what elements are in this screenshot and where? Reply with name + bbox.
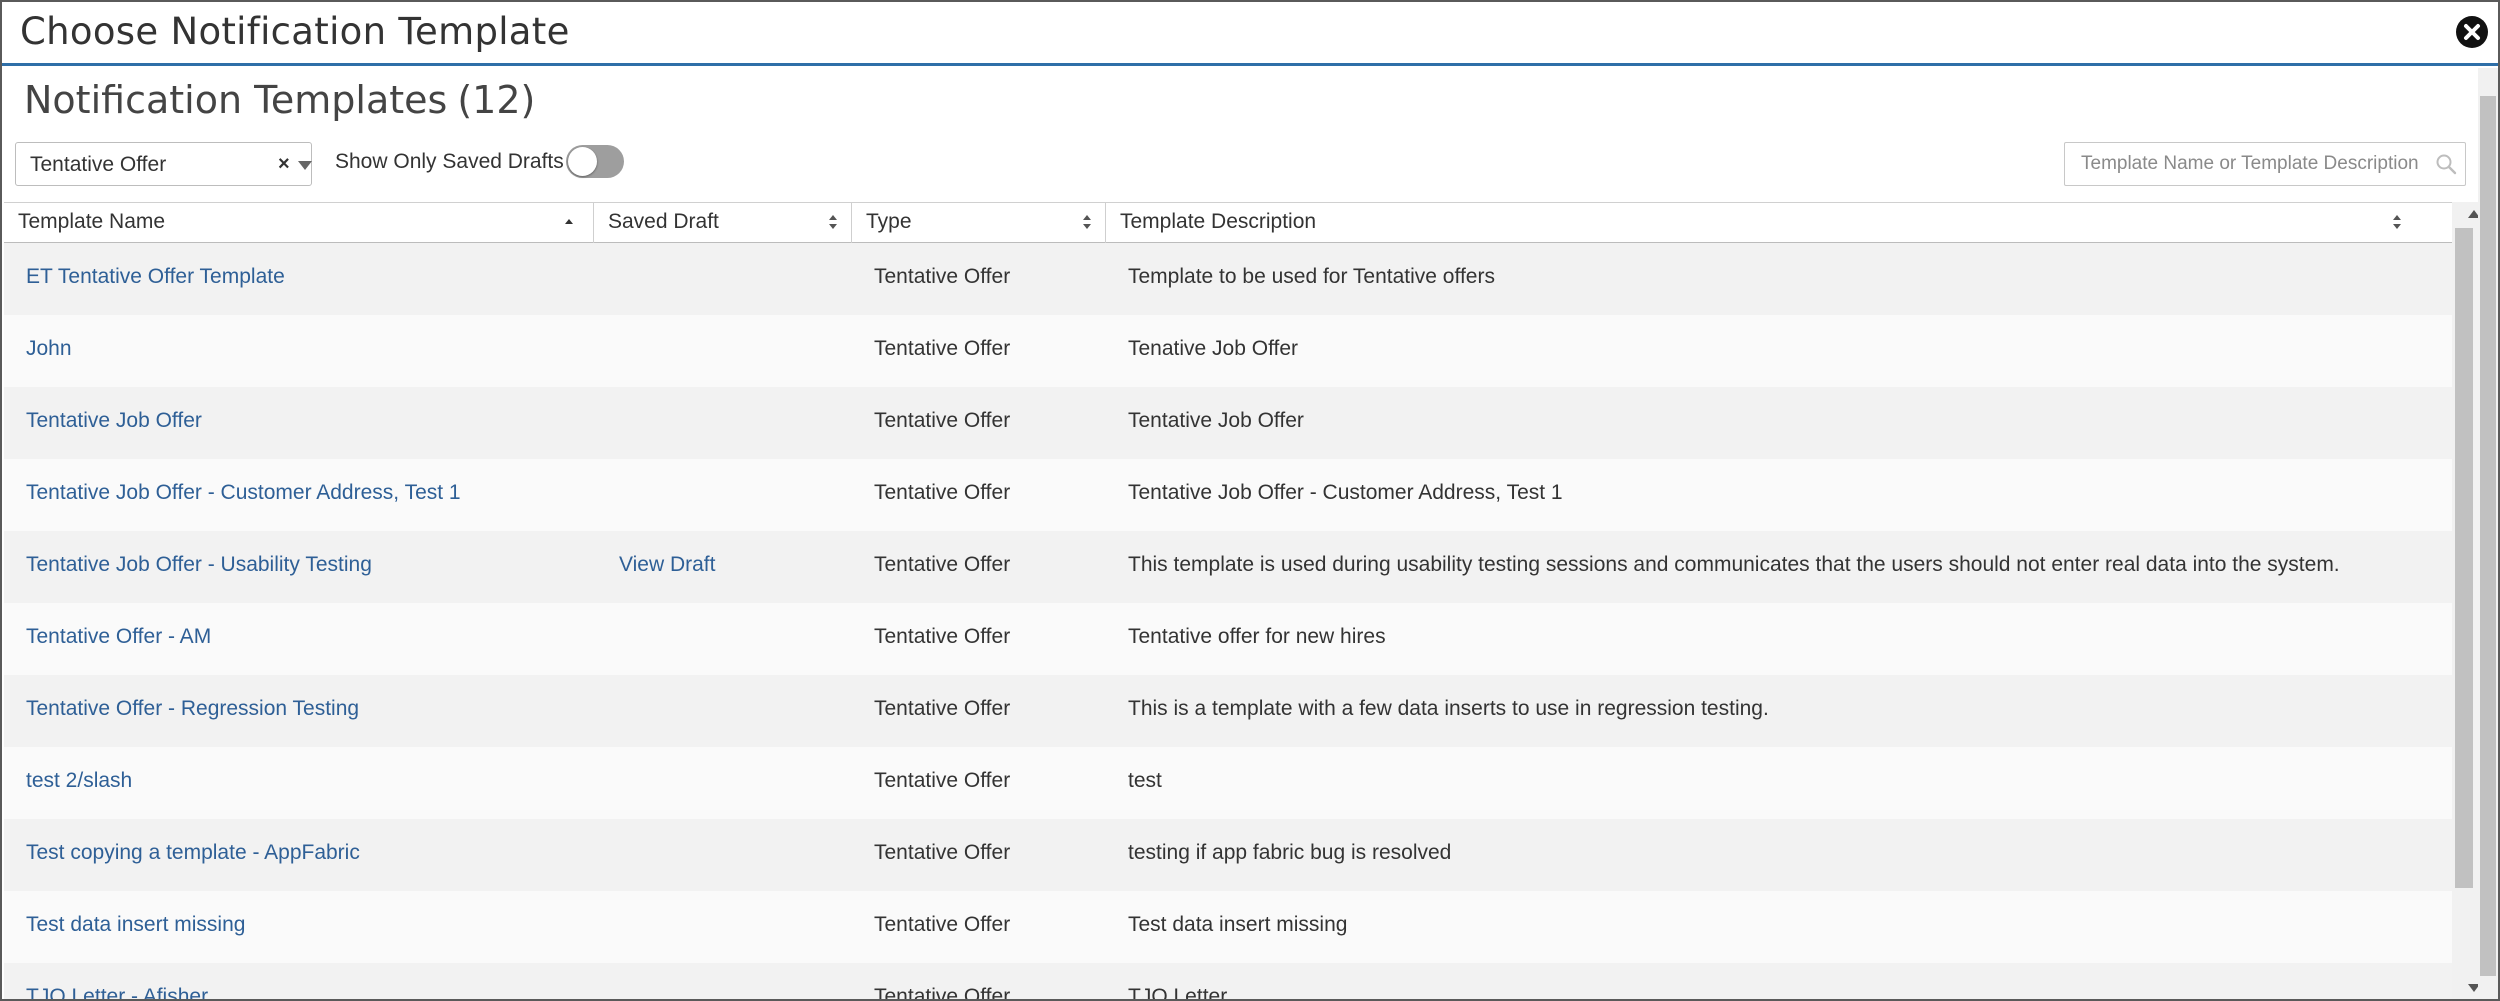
template-name-link[interactable]: Tentative Offer - Regression Testing bbox=[26, 697, 359, 721]
table-row[interactable]: Tentative Job Offer Tentative Offer Tent… bbox=[4, 387, 2452, 459]
scrollbar-thumb[interactable] bbox=[2455, 228, 2473, 888]
search-icon[interactable] bbox=[2435, 153, 2457, 175]
sort-icon bbox=[1083, 215, 1091, 229]
type-filter-value: Tentative Offer bbox=[30, 153, 167, 176]
template-name-link[interactable]: ET Tentative Offer Template bbox=[26, 265, 285, 289]
template-description: This is a template with a few data inser… bbox=[1128, 697, 1769, 720]
dialog-title: Choose Notification Template bbox=[20, 10, 570, 53]
template-name-link[interactable]: TJO Letter - Afisher bbox=[26, 985, 208, 999]
table-row[interactable]: Test copying a template - AppFabric Tent… bbox=[4, 819, 2452, 891]
notification-template-dialog: Choose Notification Template Notificatio… bbox=[0, 0, 2500, 1001]
table-row[interactable]: ET Tentative Offer Template Tentative Of… bbox=[4, 243, 2452, 315]
template-type: Tentative Offer bbox=[874, 769, 1011, 792]
template-type: Tentative Offer bbox=[874, 481, 1011, 504]
column-label: Template Name bbox=[18, 210, 166, 233]
toggle-knob bbox=[568, 147, 597, 176]
show-drafts-label: Show Only Saved Drafts bbox=[335, 150, 564, 173]
template-name-link[interactable]: Test data insert missing bbox=[26, 913, 245, 937]
table-row[interactable]: Tentative Offer - AM Tentative Offer Ten… bbox=[4, 603, 2452, 675]
template-name-link[interactable]: Tentative Job Offer - Customer Address, … bbox=[26, 481, 461, 505]
template-type: Tentative Offer bbox=[874, 337, 1011, 360]
template-name-link[interactable]: Tentative Job Offer bbox=[26, 409, 202, 433]
template-type: Tentative Offer bbox=[874, 625, 1011, 648]
page-title: Notification Templates (12) bbox=[24, 78, 535, 122]
template-description: Tenative Job Offer bbox=[1128, 337, 1299, 360]
page-title-text: Notification Templates bbox=[24, 78, 448, 122]
chevron-down-icon[interactable] bbox=[298, 161, 312, 170]
table-row[interactable]: Tentative Offer - Regression Testing Ten… bbox=[4, 675, 2452, 747]
template-description: Test data insert missing bbox=[1128, 913, 1348, 936]
table-header: Template Name Saved Draft Type Template … bbox=[4, 202, 2452, 243]
type-filter-select[interactable]: Tentative Offer × bbox=[15, 142, 312, 186]
template-type: Tentative Offer bbox=[874, 985, 1011, 1001]
column-header-type[interactable]: Type bbox=[852, 203, 1106, 243]
search-box bbox=[2064, 142, 2466, 186]
close-button[interactable] bbox=[2456, 16, 2488, 48]
sort-icon bbox=[829, 215, 837, 229]
sort-ascending-icon bbox=[565, 219, 573, 224]
template-name-link[interactable]: Tentative Job Offer - Usability Testing bbox=[26, 553, 372, 577]
column-label: Template Description bbox=[1120, 210, 1317, 233]
sort-icon bbox=[2393, 215, 2401, 229]
template-description: Tentative offer for new hires bbox=[1128, 625, 1386, 648]
column-label: Type bbox=[866, 210, 912, 233]
table-row[interactable]: Tentative Job Offer - Usability Testing … bbox=[4, 531, 2452, 603]
template-description: testing if app fabric bug is resolved bbox=[1128, 841, 1452, 864]
show-drafts-toggle[interactable] bbox=[566, 145, 624, 178]
column-header-template-name[interactable]: Template Name bbox=[4, 203, 594, 243]
template-type: Tentative Offer bbox=[874, 697, 1011, 720]
template-description: Template to be used for Tentative offers bbox=[1128, 265, 1495, 288]
table-row[interactable]: TJO Letter - Afisher Tentative Offer TJO… bbox=[4, 963, 2452, 1001]
scrollbar-thumb[interactable] bbox=[2480, 96, 2496, 976]
template-type: Tentative Offer bbox=[874, 841, 1011, 864]
template-type: Tentative Offer bbox=[874, 913, 1011, 936]
template-name-link[interactable]: Test copying a template - AppFabric bbox=[26, 841, 360, 865]
template-description: TJO Letter bbox=[1128, 985, 1228, 1001]
column-header-template-description[interactable]: Template Description bbox=[1106, 203, 2452, 243]
template-name-link[interactable]: Tentative Offer - AM bbox=[26, 625, 211, 649]
template-description: This template is used during usability t… bbox=[1128, 553, 2340, 576]
template-type: Tentative Offer bbox=[874, 409, 1011, 432]
template-description: Tentative Job Offer - Customer Address, … bbox=[1128, 481, 1563, 504]
clear-filter-icon[interactable]: × bbox=[278, 153, 290, 176]
table-row[interactable]: test 2/slash Tentative Offer test bbox=[4, 747, 2452, 819]
template-type: Tentative Offer bbox=[874, 553, 1011, 576]
column-header-saved-draft[interactable]: Saved Draft bbox=[594, 203, 852, 243]
close-icon bbox=[2464, 24, 2480, 40]
templates-table: Template Name Saved Draft Type Template … bbox=[4, 202, 2452, 1001]
template-name-link[interactable]: test 2/slash bbox=[26, 769, 132, 793]
search-input[interactable] bbox=[2065, 143, 2425, 185]
table-row[interactable]: Tentative Job Offer - Customer Address, … bbox=[4, 459, 2452, 531]
template-type: Tentative Offer bbox=[874, 265, 1011, 288]
dialog-scrollbar[interactable] bbox=[2478, 68, 2498, 999]
dialog-titlebar: Choose Notification Template bbox=[2, 2, 2498, 66]
table-row[interactable]: John Tentative Offer Tenative Job Offer bbox=[4, 315, 2452, 387]
template-name-link[interactable]: John bbox=[26, 337, 72, 361]
template-description: test bbox=[1128, 769, 1162, 792]
template-count: (12) bbox=[457, 78, 536, 122]
table-row[interactable]: Test data insert missing Tentative Offer… bbox=[4, 891, 2452, 963]
template-description: Tentative Job Offer bbox=[1128, 409, 1304, 432]
column-label: Saved Draft bbox=[608, 210, 719, 233]
view-draft-link[interactable]: View Draft bbox=[619, 553, 715, 577]
